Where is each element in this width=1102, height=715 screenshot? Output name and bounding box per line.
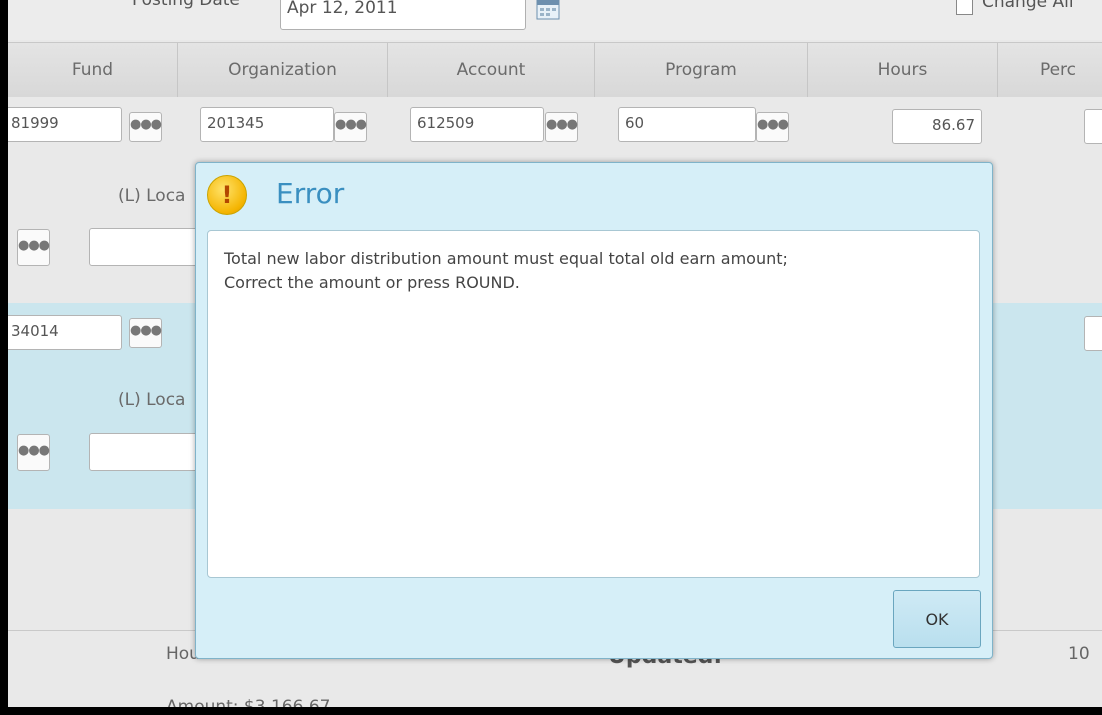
posting-date-input[interactable]: Apr 12, 2011 (280, 0, 526, 30)
fund-lookup-button-row2[interactable]: ●●● (129, 318, 162, 348)
hours-input[interactable]: 86.67 (892, 109, 982, 144)
message-line-2: Correct the amount or press ROUND. (224, 273, 520, 292)
posting-area: Posting Date Apr 12, 2011 Change All (8, 0, 1102, 40)
account-lookup-button[interactable]: ●●● (545, 112, 578, 142)
ellipsis-icon: ●●● (130, 117, 162, 132)
percent-input-row2[interactable] (1084, 316, 1102, 351)
message-line-1: Total new labor distribution amount must… (224, 249, 788, 268)
local-lookup-button[interactable]: ●●● (17, 229, 50, 266)
ok-button[interactable]: OK (893, 590, 981, 648)
percent-input[interactable] (1084, 109, 1102, 144)
calendar-icon[interactable] (536, 0, 560, 20)
table-header: Fund Organization Account Program Hours … (8, 42, 1102, 98)
organization-input[interactable]: 201345 (200, 107, 334, 142)
change-all-label: Change All (982, 0, 1074, 12)
organization-lookup-button[interactable]: ●●● (334, 112, 367, 142)
warning-icon: ! (207, 175, 247, 215)
dialog-message: Total new labor distribution amount must… (207, 230, 980, 578)
program-lookup-button[interactable]: ●●● (756, 112, 789, 142)
change-all-checkbox[interactable] (956, 0, 973, 15)
program-input[interactable]: 60 (618, 107, 756, 142)
ellipsis-icon: ●●● (757, 117, 789, 132)
posting-date-label: Posting Date (132, 0, 240, 10)
ellipsis-icon: ●●● (546, 117, 578, 132)
table-row: 81999 ●●● 201345 ●●● 612509 ●●● 60 ●●● 8… (8, 97, 1102, 167)
fund-input[interactable]: 81999 (8, 107, 122, 142)
column-hours: Hours (808, 43, 998, 97)
percent-total: 10 (1068, 644, 1090, 664)
column-account: Account (388, 43, 595, 97)
ellipsis-icon: ●●● (18, 238, 50, 253)
local-label: (L) Loca (118, 186, 186, 206)
column-percent: Perc (1039, 60, 1077, 80)
dialog-title: Error (276, 177, 345, 210)
ellipsis-icon: ●●● (335, 117, 367, 132)
account-input[interactable]: 612509 (410, 107, 544, 142)
local-lookup-button-row2[interactable]: ●●● (17, 434, 50, 471)
column-program: Program (595, 43, 808, 97)
window-edge (0, 707, 1102, 715)
ellipsis-icon: ●●● (130, 323, 162, 338)
fund-input-row2[interactable]: 34014 (8, 315, 122, 350)
column-organization: Organization (178, 43, 388, 97)
ellipsis-icon: ●●● (18, 443, 50, 458)
fund-lookup-button[interactable]: ●●● (129, 112, 162, 142)
error-dialog: ! Error Total new labor distribution amo… (195, 162, 993, 659)
local-label-row2: (L) Loca (118, 390, 186, 410)
column-fund: Fund (8, 43, 178, 97)
amount-total: Amount: $3,166.67 (166, 697, 331, 707)
